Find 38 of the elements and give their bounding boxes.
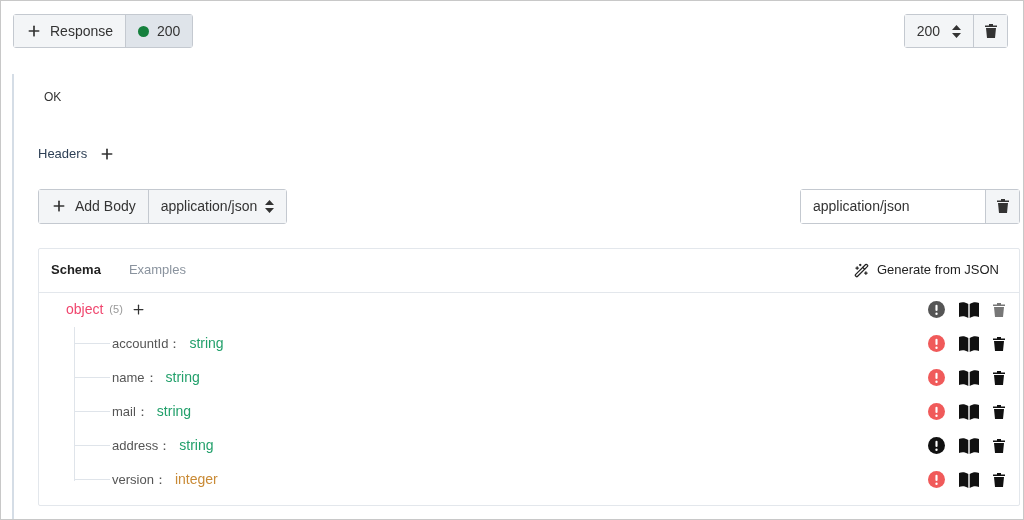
property-count: (5) [109,302,123,318]
book-icon[interactable] [959,471,979,488]
type-label: string [156,402,192,421]
description-text: OK [43,89,62,106]
add-response-button[interactable]: Response [14,15,126,47]
type-label: integer [174,470,218,489]
property-name: version： [112,470,167,489]
sort-icon [265,199,275,213]
status-tab[interactable]: 200 [125,15,193,47]
delete-icon [993,370,1005,385]
type-label: object [66,300,104,319]
plus-icon [51,198,67,214]
type-label: string [179,436,214,455]
plus-icon [130,302,146,317]
delete-icon [993,438,1005,453]
book-icon[interactable] [959,335,979,352]
property-name: accountId： [112,334,182,353]
property-name: name： [112,368,158,387]
add-property-button[interactable] [130,302,146,317]
book-icon[interactable] [959,369,979,386]
type-label: string [165,368,200,387]
schema-tab[interactable]: Schema [51,260,101,280]
book-icon[interactable] [959,403,979,420]
delete-icon [993,336,1005,351]
headers-label: Headers [38,145,88,163]
add-body-button[interactable]: Add Body [39,189,148,223]
property-name: address： [112,436,172,455]
media-type-select[interactable]: application/json [147,189,287,223]
book-icon[interactable] [959,301,979,318]
book-icon[interactable] [959,437,979,454]
magic-wand-icon [853,262,869,278]
type-label: string [189,334,224,353]
required-icon[interactable] [928,437,945,454]
property-name: mail： [112,402,149,421]
delete-icon [993,404,1005,419]
plus-icon [26,23,42,39]
delete-icon [993,472,1005,487]
generate-button[interactable]: Generate from JSON [853,260,999,280]
